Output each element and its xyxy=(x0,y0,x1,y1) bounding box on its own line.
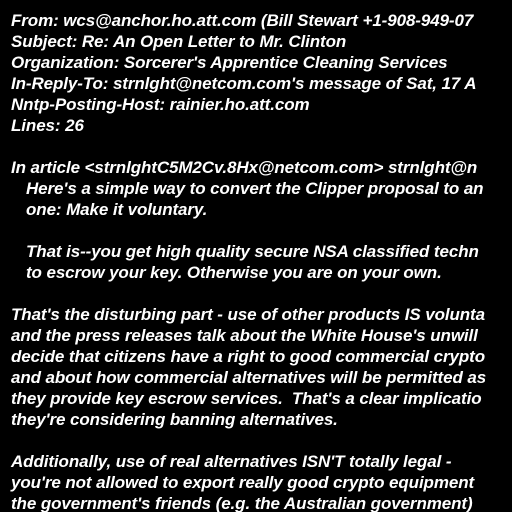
quoted-text-line: to escrow your key. Otherwise you are on… xyxy=(26,263,442,282)
body-text-line: and the press releases talk about the Wh… xyxy=(11,326,478,345)
body-text-line: they're considering banning alternatives… xyxy=(11,410,338,429)
header-from: From: wcs@anchor.ho.att.com (Bill Stewar… xyxy=(11,11,474,30)
body-text-line: That's the disturbing part - use of othe… xyxy=(11,305,485,324)
quoted-text-line: That is--you get high quality secure NSA… xyxy=(26,242,479,261)
quoted-text-line: one: Make it voluntary. xyxy=(26,200,208,219)
header-nntp-posting-host: Nntp-Posting-Host: rainier.ho.att.com xyxy=(11,95,310,114)
body-text-line: Additionally, use of real alternatives I… xyxy=(11,452,452,471)
body-text-line: decide that citizens have a right to goo… xyxy=(11,347,485,366)
quoted-text-line: Here's a simple way to convert the Clipp… xyxy=(26,179,484,198)
body-attribution: In article <strnlghtC5M2Cv.8Hx@netcom.co… xyxy=(11,158,478,177)
body-text-line: and about how commercial alternatives wi… xyxy=(11,368,487,387)
body-text-line: they provide key escrow services. That's… xyxy=(11,389,482,408)
header-subject: Subject: Re: An Open Letter to Mr. Clint… xyxy=(11,32,347,51)
body-text-line: you're not allowed to export really good… xyxy=(11,473,475,492)
email-document: From: wcs@anchor.ho.att.com (Bill Stewar… xyxy=(0,0,512,512)
body-text-line: the government's friends (e.g. the Austr… xyxy=(11,494,473,512)
header-organization: Organization: Sorcerer's Apprentice Clea… xyxy=(11,53,448,72)
header-in-reply-to: In-Reply-To: strnlght@netcom.com's messa… xyxy=(11,74,477,93)
header-lines: Lines: 26 xyxy=(11,116,84,135)
